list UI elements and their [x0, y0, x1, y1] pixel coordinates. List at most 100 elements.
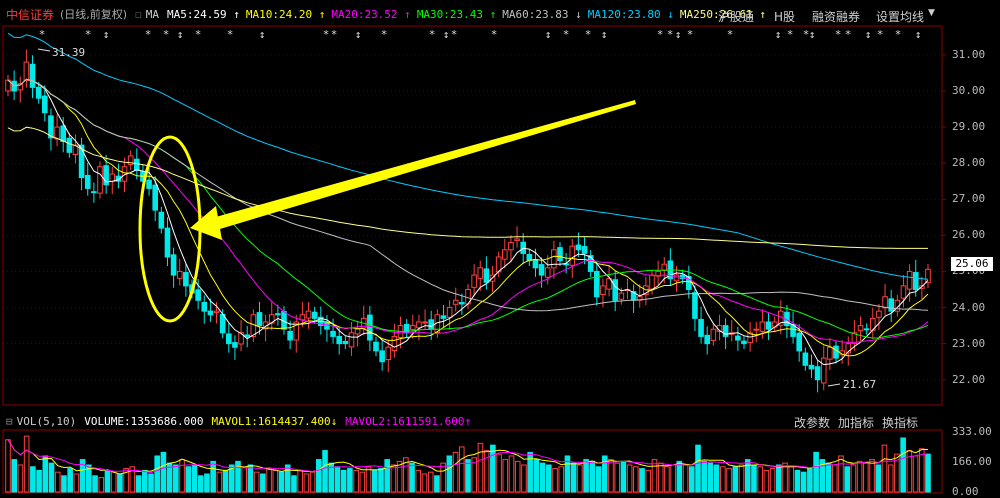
volume-bar-134	[838, 455, 844, 493]
event-marker-9: *	[323, 28, 330, 41]
candle-body-100	[618, 292, 625, 300]
candle-body-133	[820, 357, 827, 384]
y-tick-label: 22.00	[952, 372, 986, 386]
volume-bar-81	[508, 455, 515, 493]
volume-bar-73	[458, 446, 465, 493]
highlight-arrow-head	[190, 206, 222, 240]
volume-bar-55	[347, 468, 353, 493]
event-marker-7: *	[227, 28, 234, 41]
candle-body-72	[446, 307, 453, 318]
volume-bar-139	[869, 459, 875, 493]
current-price-label: 25.06	[951, 257, 993, 271]
volume-bar-30	[191, 464, 198, 493]
volume-bar-117	[732, 466, 739, 493]
button-add-indicator[interactable]: 加指标	[838, 414, 874, 431]
candle-body-57	[354, 328, 361, 335]
candle-body-63	[391, 335, 398, 351]
volume-bar-106	[664, 466, 670, 493]
ma-line-120	[7, 32, 929, 280]
volume-bar-22	[141, 469, 148, 493]
candle-body-112	[692, 292, 698, 319]
volume-bar-126	[788, 466, 795, 493]
event-marker-30: *	[835, 28, 842, 41]
candle-body-76	[471, 274, 477, 288]
high-pointer	[37, 48, 51, 52]
volume-bar-97	[608, 459, 614, 493]
candle-body-49	[305, 310, 312, 319]
volume-bar-123	[769, 468, 776, 493]
event-marker-23: ↕	[675, 28, 682, 41]
volume-bar-104	[651, 459, 658, 493]
volume-bar-116	[726, 468, 732, 493]
candle-body-82	[508, 242, 514, 251]
event-marker-33: *	[877, 28, 884, 41]
event-marker-8: ↕	[259, 28, 266, 41]
candle-body-134	[827, 346, 833, 360]
volume-bar-135	[844, 466, 850, 493]
candle-body-69	[428, 319, 434, 330]
candle-body-71	[440, 315, 447, 319]
volume-bar-63	[396, 460, 403, 493]
candle-body-143	[882, 296, 888, 309]
candle-body-7	[48, 115, 54, 139]
volume-bar-86	[539, 462, 546, 493]
high-annotation: 31.39	[52, 46, 86, 59]
candle-body-83	[514, 238, 520, 241]
candle-body-56	[348, 332, 355, 348]
mavol1-arrow: ↓	[330, 414, 338, 428]
candle-body-92	[569, 245, 576, 266]
mavol1-value: MAVOL1:1614437.400	[211, 414, 331, 428]
volume-bar-43	[272, 469, 279, 493]
event-marker-34: *	[895, 28, 902, 41]
vol-y-tick-label: 166.00	[952, 455, 992, 469]
volume-bar-65	[409, 462, 415, 493]
candle-body-99	[612, 279, 619, 301]
event-marker-20: ↕	[601, 28, 608, 41]
button-switch-indicator[interactable]: 换指标	[882, 414, 918, 431]
volume-bar-8	[54, 471, 61, 493]
candle-body-73	[452, 299, 459, 305]
candle-body-87	[538, 264, 545, 276]
candle-body-107	[661, 263, 668, 271]
event-marker-6: *	[195, 28, 202, 41]
event-marker-15: *	[451, 28, 458, 41]
volume-bar-3	[23, 435, 30, 493]
candle-body-44	[275, 313, 281, 316]
candle-body-48	[299, 314, 306, 321]
candle-body-135	[833, 345, 839, 359]
event-marker-3: *	[145, 28, 152, 41]
candle-body-54	[336, 335, 342, 345]
volume-bar-113	[707, 462, 714, 493]
candle-body-34	[213, 310, 220, 314]
volume-bar-46	[291, 475, 297, 493]
volume-bar-112	[701, 460, 708, 493]
event-marker-16: *	[491, 28, 498, 41]
volume-bar-66	[415, 469, 422, 493]
event-marker-13: *	[429, 28, 436, 41]
candle-body-94	[581, 246, 588, 254]
toggle-icon[interactable]: ⊟	[6, 415, 13, 428]
event-marker-10: *	[331, 28, 338, 41]
volume-value: VOLUME:1353686.000	[84, 414, 204, 428]
volume-bar-136	[850, 464, 857, 493]
volume-bar-98	[614, 462, 620, 493]
volume-bar-100	[626, 464, 633, 493]
mavol2-value: MAVOL2:1611591.600	[345, 414, 465, 428]
candle-body-61	[379, 350, 385, 363]
candle-body-25	[158, 211, 165, 229]
highlight-arrow-shaft	[205, 100, 636, 232]
candle-body-23	[146, 179, 152, 189]
volume-bar-50	[316, 459, 322, 493]
candle-body-113	[698, 318, 704, 337]
candle-body-146	[900, 285, 907, 299]
vol-title: VOL(5,10)	[16, 414, 77, 428]
volume-bar-9	[61, 475, 67, 493]
event-marker-32: ↕	[865, 28, 872, 41]
button-edit-params[interactable]: 改参数	[794, 414, 830, 431]
candle-body-32	[201, 301, 208, 312]
candle-body-59	[367, 314, 373, 341]
volume-bar-49	[309, 471, 316, 493]
candle-body-55	[342, 340, 349, 345]
candle-body-15	[97, 166, 103, 194]
event-marker-12: *	[381, 28, 388, 41]
